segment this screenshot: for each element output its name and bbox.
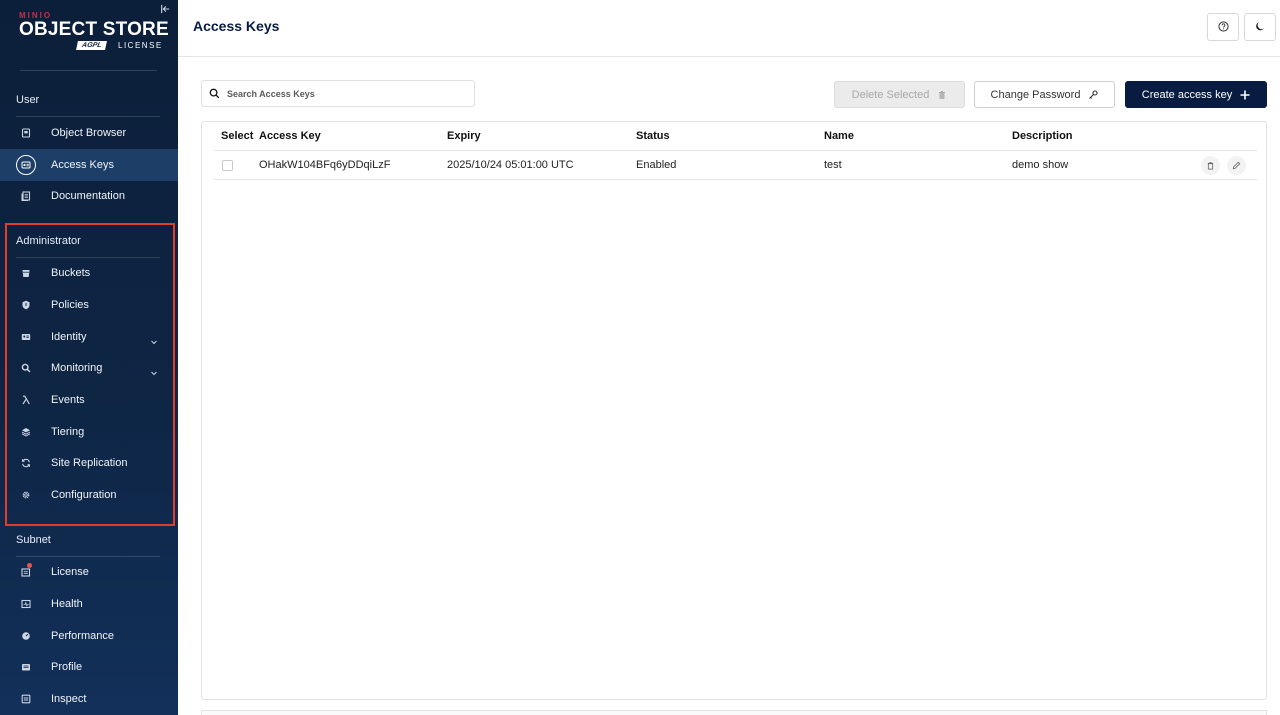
sidebar-item-label: Identity — [51, 331, 87, 343]
theme-toggle-button[interactable] — [1244, 13, 1276, 41]
pencil-icon — [1232, 161, 1241, 170]
sidebar-item-label: Profile — [51, 661, 83, 673]
sidebar-item-performance[interactable]: Performance — [0, 620, 178, 652]
delete-selected-label: Delete Selected — [851, 88, 930, 101]
tiering-icon — [19, 425, 33, 439]
cell-access-key: OHakW104BFq6yDDqiLzF — [259, 159, 391, 171]
sidebar-item-policies[interactable]: Policies — [0, 289, 178, 321]
profile-icon — [19, 660, 33, 674]
access-keys-icon — [16, 155, 36, 175]
sidebar-item-tiering[interactable]: Tiering — [0, 416, 178, 448]
chevron-down-icon[interactable] — [150, 333, 158, 345]
cell-status: Enabled — [636, 159, 677, 171]
sidebar-item-label: Site Replication — [51, 457, 128, 469]
identity-icon — [19, 330, 33, 344]
cell-name: test — [824, 159, 842, 171]
health-icon — [19, 597, 33, 611]
table-footer-edge — [201, 710, 1267, 715]
sidebar-item-label: Events — [51, 394, 85, 406]
moon-icon — [1255, 20, 1266, 35]
collapse-sidebar-icon[interactable] — [160, 4, 172, 16]
change-password-label: Change Password — [990, 88, 1081, 101]
section-title-subnet: Subnet — [16, 534, 51, 546]
license-alert-dot — [27, 563, 32, 568]
inspect-icon — [19, 692, 33, 706]
column-header-expiry[interactable]: Expiry — [447, 130, 481, 142]
gear-icon — [19, 488, 33, 502]
replication-icon — [19, 456, 33, 470]
edit-row-button[interactable] — [1227, 156, 1246, 175]
search-icon — [209, 88, 220, 99]
access-keys-table: Select Access Key Expiry Status Name Des… — [201, 121, 1267, 700]
lambda-icon — [19, 393, 33, 407]
delete-selected-button[interactable]: Delete Selected — [834, 81, 965, 108]
sidebar-item-label: Health — [51, 598, 83, 610]
sidebar-item-label: Performance — [51, 630, 114, 642]
cell-description: demo show — [1012, 159, 1069, 171]
search-box[interactable] — [201, 80, 475, 107]
minio-logo[interactable]: MINIO OBJECT STORE AGPL LICENSE — [19, 8, 169, 56]
sidebar-item-documentation[interactable]: Documentation — [0, 180, 178, 212]
logo-license-text: LICENSE — [118, 41, 163, 50]
sidebar-item-buckets[interactable]: Buckets — [0, 257, 178, 289]
delete-row-button[interactable] — [1201, 156, 1220, 175]
change-password-button[interactable]: Change Password — [974, 81, 1115, 108]
create-access-key-label: Create access key — [1141, 88, 1233, 101]
sidebar-item-label: Policies — [51, 299, 89, 311]
policies-icon — [19, 298, 33, 312]
sidebar-item-inspect[interactable]: Inspect — [0, 683, 178, 715]
column-header-status[interactable]: Status — [636, 130, 670, 142]
column-header-description[interactable]: Description — [1012, 130, 1073, 142]
sidebar-item-license[interactable]: License — [0, 556, 178, 588]
column-header-name[interactable]: Name — [824, 130, 854, 142]
page-title: Access Keys — [193, 18, 280, 34]
sidebar: MINIO OBJECT STORE AGPL LICENSE User Obj… — [0, 0, 178, 715]
trash-icon — [939, 90, 946, 99]
logo-product: OBJECT STORE — [19, 19, 169, 40]
help-button[interactable] — [1207, 13, 1239, 41]
documentation-icon — [19, 189, 33, 203]
sidebar-item-label: Access Keys — [51, 159, 114, 171]
section-title-user: User — [16, 94, 40, 106]
key-icon — [1089, 89, 1098, 99]
sidebar-item-object-browser[interactable]: Object Browser — [0, 117, 178, 149]
page-header: Access Keys — [178, 0, 1280, 57]
plus-icon — [1240, 90, 1250, 99]
license-icon — [19, 563, 33, 579]
monitoring-icon — [19, 361, 33, 375]
logo-license-badge: AGPL — [76, 41, 108, 50]
logo-divider — [20, 70, 157, 71]
sidebar-item-health[interactable]: Health — [0, 588, 178, 620]
sidebar-item-label: Inspect — [51, 693, 87, 705]
sidebar-item-label: Configuration — [51, 489, 117, 501]
sidebar-item-label: Tiering — [51, 426, 85, 438]
bucket-browser-icon — [19, 126, 33, 140]
sidebar-item-label: Documentation — [51, 190, 125, 202]
sidebar-item-access-keys[interactable]: Access Keys — [0, 149, 178, 181]
sidebar-item-profile[interactable]: Profile — [0, 651, 178, 683]
sidebar-item-label: Monitoring — [51, 362, 103, 374]
section-title-administrator: Administrator — [16, 235, 81, 247]
sidebar-item-configuration[interactable]: Configuration — [0, 479, 178, 511]
sidebar-item-identity[interactable]: Identity — [0, 321, 178, 353]
sidebar-item-site-replication[interactable]: Site Replication — [0, 447, 178, 479]
column-header-select: Select — [221, 130, 254, 142]
help-icon — [1217, 20, 1229, 35]
buckets-icon — [19, 266, 33, 280]
create-access-key-button[interactable]: Create access key — [1125, 81, 1267, 108]
performance-icon — [19, 629, 33, 643]
chevron-down-icon[interactable] — [150, 364, 158, 376]
sidebar-item-label: Object Browser — [51, 127, 127, 139]
column-header-access-key[interactable]: Access Key — [259, 130, 321, 142]
cell-expiry: 2025/10/24 05:01:00 UTC — [447, 159, 574, 171]
search-input[interactable] — [227, 85, 467, 103]
sidebar-item-label: License — [51, 566, 89, 578]
table-row[interactable]: OHakW104BFq6yDDqiLzF 2025/10/24 05:01:00… — [214, 151, 1257, 180]
sidebar-item-events[interactable]: Events — [0, 384, 178, 416]
sidebar-item-label: Buckets — [51, 267, 91, 279]
sidebar-item-monitoring[interactable]: Monitoring — [0, 352, 178, 384]
row-select-checkbox[interactable] — [222, 160, 233, 171]
trash-icon — [1207, 161, 1214, 170]
